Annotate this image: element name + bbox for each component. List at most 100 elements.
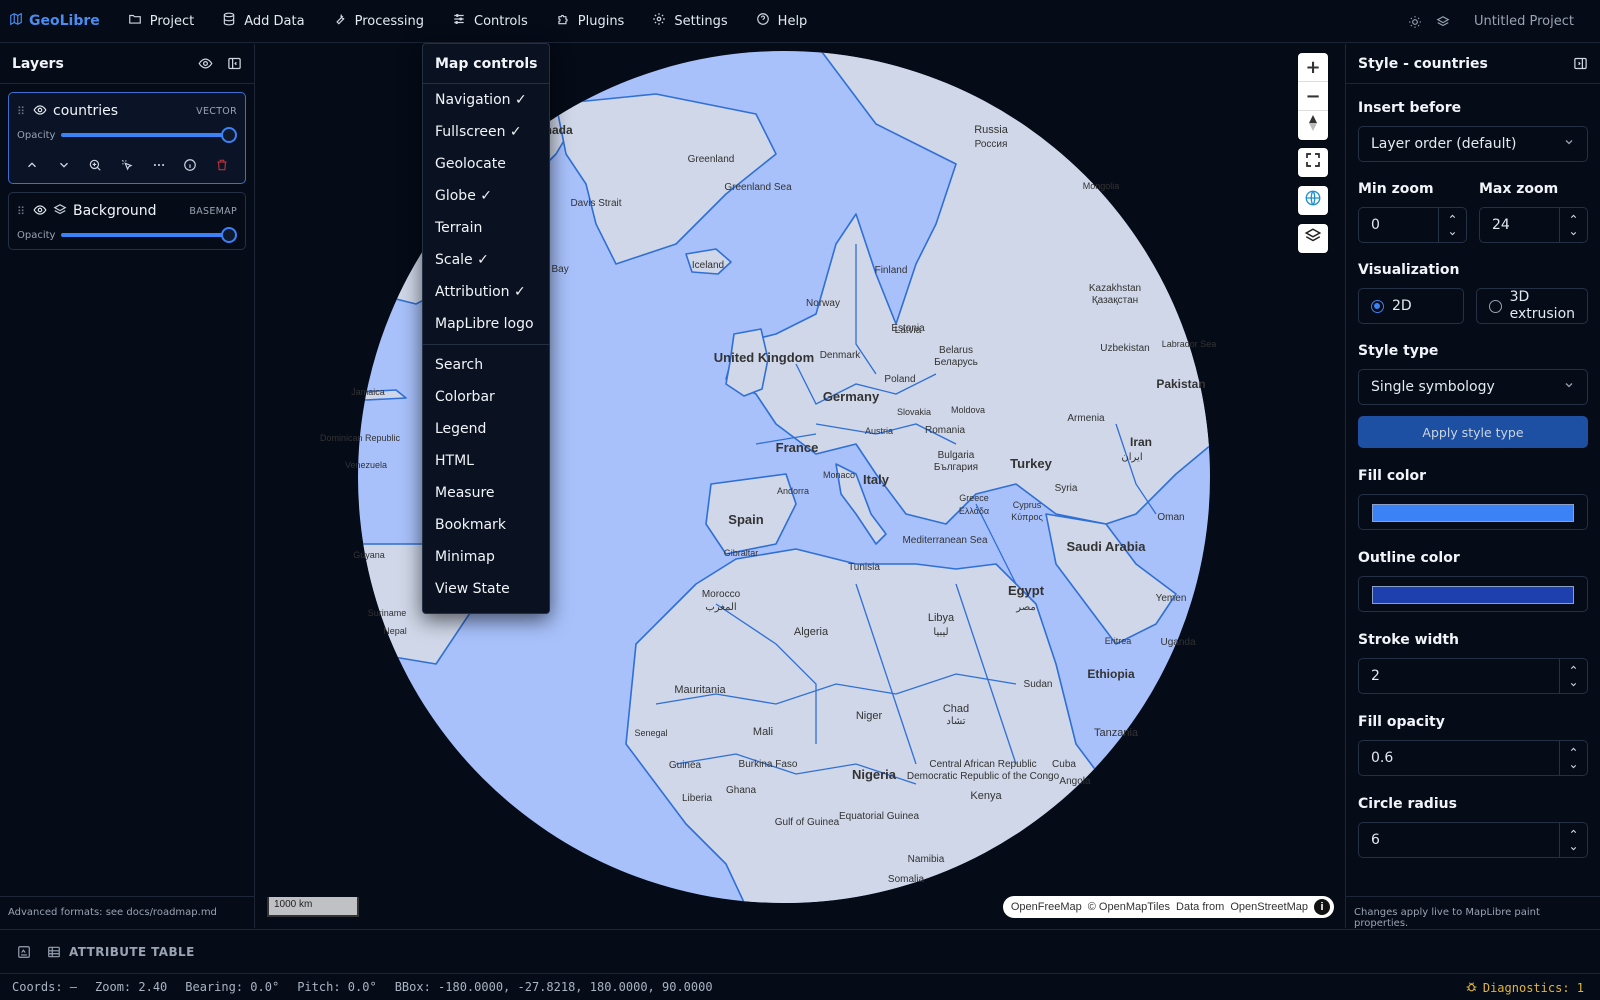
circle-radius-stepper[interactable]	[1559, 823, 1587, 857]
more-options-icon[interactable]	[152, 158, 166, 172]
menu-add-data[interactable]: Add Data	[208, 0, 318, 43]
min-zoom-input[interactable]: 0	[1358, 207, 1467, 243]
drag-handle-icon[interactable]: ⠿	[17, 205, 27, 218]
apply-style-type-button[interactable]: Apply style type	[1358, 416, 1588, 448]
insert-before-select[interactable]: Layer order (default)	[1358, 126, 1588, 162]
opacity-slider-thumb[interactable]	[221, 127, 237, 143]
chevron-down-icon[interactable]	[1560, 758, 1587, 775]
zoom-in-button[interactable]: +	[1298, 53, 1328, 82]
menu-processing[interactable]: Processing	[319, 0, 438, 43]
project-name[interactable]: Untitled Project	[1474, 14, 1574, 29]
chevron-down-icon[interactable]	[1560, 676, 1587, 693]
globe-button[interactable]	[1298, 186, 1328, 215]
visibility-eye-icon[interactable]	[33, 102, 47, 121]
collapse-panel-icon[interactable]	[1573, 56, 1588, 71]
viz-2d-radio[interactable]: 2D	[1358, 288, 1464, 324]
zoom-to-layer-icon[interactable]	[88, 158, 102, 172]
max-zoom-input[interactable]: 24	[1479, 207, 1588, 243]
stroke-width-stepper[interactable]	[1559, 659, 1587, 693]
map-place-label: Monaco	[823, 470, 855, 480]
chevron-down-icon[interactable]	[1560, 840, 1587, 857]
max-zoom-stepper[interactable]	[1559, 208, 1587, 242]
layer-card-countries[interactable]: ⠿ countries VECTOR Opacity	[8, 92, 246, 184]
move-up-icon[interactable]	[25, 158, 39, 172]
map-canvas[interactable]: Canada Greenland Greenland Sea Davis Strait…	[256, 44, 1345, 928]
map-place-label: Germany	[823, 389, 880, 404]
globe-svg[interactable]: CanadaGreenlandGreenland SeaDavis Strait…	[256, 44, 1345, 928]
stroke-width-input[interactable]: 2	[1358, 658, 1588, 694]
min-zoom-stepper[interactable]	[1438, 208, 1466, 242]
dropdown-item[interactable]: Colorbar	[423, 381, 549, 413]
layers-button[interactable]	[1298, 224, 1328, 253]
layers-stack-icon[interactable]	[1436, 15, 1450, 29]
dropdown-item[interactable]: Measure	[423, 477, 549, 509]
attribution-openstreetmap-link[interactable]: OpenStreetMap	[1230, 901, 1308, 913]
attribution-openfreemap-link[interactable]: OpenFreeMap	[1011, 901, 1082, 913]
dropdown-item[interactable]: Globe ✓	[423, 180, 549, 212]
dropdown-item[interactable]: Navigation ✓	[423, 84, 549, 116]
dropdown-item[interactable]: Fullscreen ✓	[423, 116, 549, 148]
opacity-slider[interactable]	[61, 127, 237, 143]
compass-button[interactable]	[1298, 111, 1328, 140]
menu-plugins[interactable]: Plugins	[542, 0, 639, 43]
move-down-icon[interactable]	[57, 158, 71, 172]
menu-project[interactable]: Project	[114, 0, 208, 43]
style-type-select[interactable]: Single symbology	[1358, 369, 1588, 405]
menu-help[interactable]: Help	[742, 0, 822, 43]
dropdown-item[interactable]: Geolocate	[423, 148, 549, 180]
dropdown-item[interactable]: Bookmark	[423, 509, 549, 541]
sun-icon[interactable]	[1408, 15, 1422, 29]
layers-panel-footer: Advanced formats: see docs/roadmap.md	[0, 896, 254, 928]
map-place-label: Finland	[875, 265, 908, 276]
dropdown-item[interactable]: Terrain	[423, 212, 549, 244]
chevron-down-icon[interactable]	[1439, 225, 1466, 242]
fill-color-picker[interactable]	[1358, 494, 1588, 530]
dropdown-item[interactable]: Attribution ✓	[423, 276, 549, 308]
identify-icon[interactable]	[120, 158, 134, 172]
collapse-panel-icon[interactable]	[227, 56, 242, 71]
dropdown-item[interactable]: MapLibre logo	[423, 308, 549, 340]
delete-trash-icon[interactable]	[215, 158, 229, 172]
fill-opacity-stepper[interactable]	[1559, 741, 1587, 775]
fill-opacity-input[interactable]: 0.6	[1358, 740, 1588, 776]
puzzle-icon	[556, 12, 570, 30]
image-panel-icon[interactable]	[17, 945, 31, 959]
circle-radius-input[interactable]: 6	[1358, 822, 1588, 858]
chevron-up-icon[interactable]	[1439, 208, 1466, 225]
outline-color-picker[interactable]	[1358, 576, 1588, 612]
dropdown-item[interactable]: View State	[423, 573, 549, 605]
zoom-out-button[interactable]: −	[1298, 82, 1328, 111]
dropdown-item[interactable]: Legend	[423, 413, 549, 445]
opacity-slider-thumb[interactable]	[221, 227, 237, 243]
attribution-info-icon[interactable]: i	[1314, 899, 1330, 915]
menu-controls[interactable]: Controls	[438, 0, 542, 43]
chevron-up-icon[interactable]	[1560, 208, 1587, 225]
dropdown-item[interactable]: Scale ✓	[423, 244, 549, 276]
visibility-eye-icon[interactable]	[33, 202, 47, 221]
map-place-label: Uzbekistan	[1100, 343, 1149, 354]
chevron-up-icon[interactable]	[1560, 659, 1587, 676]
dropdown-item[interactable]: Minimap	[423, 541, 549, 573]
top-right-actions: Untitled Project	[1408, 0, 1600, 43]
menu-settings[interactable]: Settings	[638, 0, 741, 43]
dropdown-item[interactable]: Search	[423, 349, 549, 381]
attribute-table-toggle[interactable]: ATTRIBUTE TABLE	[47, 945, 195, 959]
chevron-down-icon[interactable]	[1560, 225, 1587, 242]
opacity-slider[interactable]	[61, 227, 237, 243]
viz-3d-radio[interactable]: 3D extrusion	[1475, 288, 1588, 324]
info-icon[interactable]	[183, 158, 197, 172]
layer-card-background[interactable]: ⠿ Background BASEMAP Opacity	[8, 192, 246, 250]
status-pitch: Pitch: 0.0°	[297, 980, 377, 994]
chevron-up-icon[interactable]	[1560, 823, 1587, 840]
diagnostics-button[interactable]: Diagnostics: 1	[1465, 974, 1584, 1000]
layer-type-badge: VECTOR	[196, 105, 237, 117]
map-place-label: France	[776, 440, 819, 455]
attribution-openmaptiles-link[interactable]: © OpenMapTiles	[1088, 901, 1170, 913]
drag-handle-icon[interactable]: ⠿	[17, 105, 27, 118]
outline-color-swatch	[1372, 586, 1574, 604]
eye-icon[interactable]	[198, 56, 213, 71]
dropdown-item[interactable]: HTML	[423, 445, 549, 477]
app-brand[interactable]: GeoLibre	[0, 12, 100, 30]
chevron-up-icon[interactable]	[1560, 741, 1587, 758]
fullscreen-button[interactable]	[1298, 148, 1328, 177]
